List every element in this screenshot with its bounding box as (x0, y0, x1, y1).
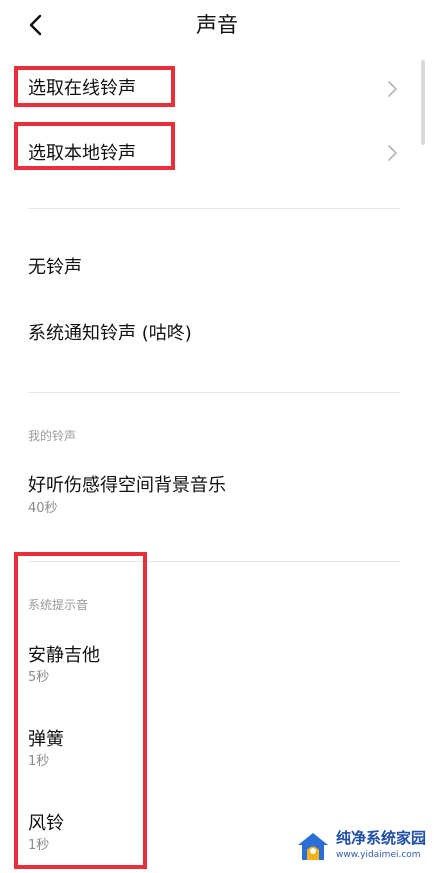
page-title: 声音 (196, 13, 238, 37)
ringtone-option-none[interactable]: 无铃声 (0, 240, 420, 296)
ringtone-option-system-default[interactable]: 系统通知铃声 (咕咚) (0, 306, 420, 362)
highlight-box-local (14, 122, 175, 170)
watermark-url: www.yidaimei.com (336, 850, 421, 860)
chevron-right-icon (388, 145, 397, 161)
ringtone-title: 好听伤感得空间背景音乐 (28, 475, 226, 496)
watermark: 纯净系统家园 www.yidaimei.com (296, 822, 430, 870)
my-ringtone-item[interactable]: 好听伤感得空间背景音乐 40秒 (0, 468, 420, 526)
highlight-box-system-tones (14, 552, 147, 869)
highlight-box-online (14, 66, 175, 107)
ringtone-option-label: 无铃声 (28, 257, 82, 278)
divider (28, 208, 400, 209)
divider (28, 392, 400, 393)
scrollbar[interactable] (421, 60, 425, 145)
chevron-right-icon (388, 81, 397, 97)
watermark-title: 纯净系统家园 (336, 829, 427, 847)
section-header-my-ringtones: 我的铃声 (28, 429, 77, 443)
ringtone-option-label: 系统通知铃声 (咕咚) (28, 323, 192, 344)
ringtone-duration: 40秒 (28, 501, 58, 516)
house-logo-icon (298, 833, 328, 860)
